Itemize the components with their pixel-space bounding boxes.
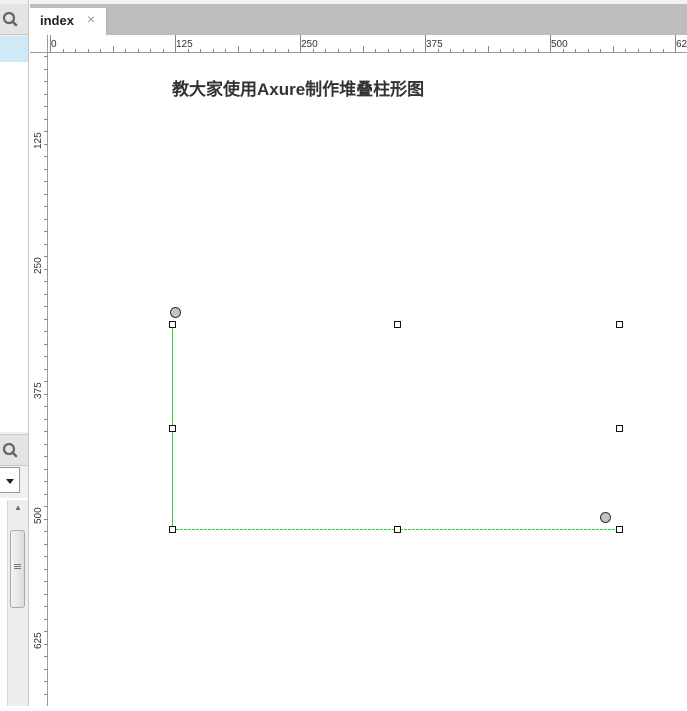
- resize-handle-top-left[interactable]: [169, 321, 176, 328]
- resize-handle-bottom-right[interactable]: [616, 526, 623, 533]
- ruler-label: 375: [426, 39, 443, 50]
- resize-handle-right[interactable]: [616, 425, 623, 432]
- ruler-corner: [30, 35, 48, 53]
- ruler-label: 625: [676, 39, 687, 50]
- document-tab-bar: index ×: [30, 0, 687, 35]
- scrollbar-thumb[interactable]: [10, 530, 25, 608]
- panel-selected-row[interactable]: [0, 36, 28, 62]
- resize-handle-bottom-left[interactable]: [169, 526, 176, 533]
- ruler-label: 375: [33, 382, 44, 399]
- panel-search-button-bottom[interactable]: [0, 434, 28, 466]
- close-icon[interactable]: ×: [87, 11, 95, 27]
- ruler-label: 0: [51, 39, 57, 50]
- panel-filter-dropdown[interactable]: [0, 467, 20, 493]
- panel-list-area: [0, 62, 28, 432]
- panel-scrollbar[interactable]: ▲: [7, 500, 28, 706]
- rotation-handle[interactable]: [600, 512, 611, 523]
- vertical-ruler: 125 250 375 500 625: [30, 53, 48, 707]
- horizontal-ruler: 0 125 250 375 500 625: [48, 35, 687, 53]
- ruler-label: 250: [301, 39, 318, 50]
- ruler-label: 125: [33, 132, 44, 149]
- ruler-label: 250: [33, 257, 44, 274]
- search-icon: [2, 442, 18, 458]
- rotation-handle[interactable]: [170, 307, 181, 318]
- design-canvas[interactable]: [48, 53, 687, 706]
- ruler-label: 500: [33, 507, 44, 524]
- resize-handle-top-right[interactable]: [616, 321, 623, 328]
- page-title: 教大家使用Axure制作堆叠柱形图: [172, 80, 425, 99]
- ruler-label: 125: [176, 39, 193, 50]
- resize-handle-top[interactable]: [394, 321, 401, 328]
- ruler-label: 625: [33, 632, 44, 649]
- resize-handle-bottom[interactable]: [394, 526, 401, 533]
- chevron-down-icon: [6, 479, 14, 484]
- resize-handle-left[interactable]: [169, 425, 176, 432]
- panel-search-button-top[interactable]: [0, 4, 28, 35]
- left-panel: ▲: [0, 0, 29, 706]
- tab-label: index: [40, 13, 74, 28]
- grip-icon: [14, 564, 21, 565]
- tab-index[interactable]: index ×: [30, 8, 107, 35]
- search-icon: [2, 11, 18, 27]
- ruler-label: 500: [551, 39, 568, 50]
- arrow-up-icon[interactable]: ▲: [8, 502, 28, 514]
